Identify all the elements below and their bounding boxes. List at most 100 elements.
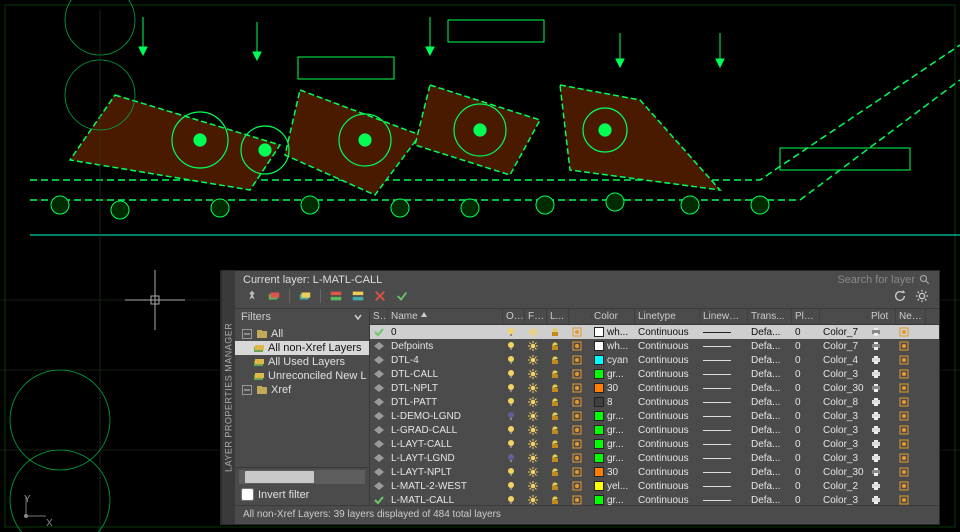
layer-name-cell[interactable]: L-MATL-2-WEST [388, 481, 503, 492]
layer-row[interactable]: L-DEMO-LGNDgr...ContinuousDefa...0Color_… [370, 409, 939, 423]
layer-transparency-cell[interactable]: Defa... [748, 481, 792, 492]
layer-plot-toggle[interactable] [868, 411, 896, 421]
layer-on-toggle[interactable] [503, 397, 525, 407]
layer-freeze-toggle[interactable] [525, 411, 547, 421]
layer-transparency-cell[interactable]: Defa... [748, 439, 792, 450]
new-layer-button[interactable] [265, 288, 283, 304]
layer-vp-icon[interactable] [569, 355, 591, 365]
layer-plotstyle-cell[interactable]: Color_2 [820, 481, 868, 492]
layer-linetype-cell[interactable]: Continuous [635, 467, 700, 478]
layer-plot-toggle[interactable] [868, 369, 896, 379]
layer-plotstyle-num-cell[interactable]: 0 [792, 495, 820, 506]
layer-on-toggle[interactable] [503, 439, 525, 449]
layer-plotstyle-cell[interactable]: Color_30 [820, 383, 868, 394]
layer-linetype-cell[interactable]: Continuous [635, 481, 700, 492]
layer-vp-icon[interactable] [569, 481, 591, 491]
layer-newvp-toggle[interactable] [896, 439, 926, 449]
layer-lock-toggle[interactable] [547, 411, 569, 421]
layer-on-toggle[interactable] [503, 411, 525, 421]
layer-freeze-toggle[interactable] [525, 425, 547, 435]
layer-name-cell[interactable]: DTL-4 [388, 355, 503, 366]
layer-vp-icon[interactable] [569, 383, 591, 393]
layer-color-cell[interactable]: yel... [591, 481, 635, 492]
layer-color-cell[interactable]: 8 [591, 397, 635, 408]
layer-transparency-cell[interactable]: Defa... [748, 453, 792, 464]
filter-tree-item[interactable]: All Used Layers [235, 355, 369, 369]
layer-plotstyle-num-cell[interactable]: 0 [792, 439, 820, 450]
layer-plotstyle-num-cell[interactable]: 0 [792, 383, 820, 394]
column-header[interactable]: S... [370, 309, 388, 324]
tree-expand-icon[interactable] [241, 328, 253, 340]
layer-plotstyle-cell[interactable]: Color_7 [820, 341, 868, 352]
column-header[interactable]: Plot [868, 309, 896, 324]
layer-row[interactable]: DTL-NPLT30ContinuousDefa...0Color_30 [370, 381, 939, 395]
layer-plotstyle-num-cell[interactable]: 0 [792, 355, 820, 366]
layer-transparency-cell[interactable]: Defa... [748, 327, 792, 338]
layer-newvp-toggle[interactable] [896, 355, 926, 365]
layer-transparency-cell[interactable]: Defa... [748, 369, 792, 380]
layer-lineweight-cell[interactable] [700, 346, 748, 347]
layer-lock-toggle[interactable] [547, 369, 569, 379]
layer-row[interactable]: L-GRAD-CALLgr...ContinuousDefa...0Color_… [370, 423, 939, 437]
layer-freeze-toggle[interactable] [525, 439, 547, 449]
layer-vp-icon[interactable] [569, 495, 591, 505]
layer-row[interactable]: 0wh...ContinuousDefa...0Color_7 [370, 325, 939, 339]
layer-transparency-cell[interactable]: Defa... [748, 495, 792, 506]
column-header[interactable]: Fre... [525, 309, 547, 324]
layer-row[interactable]: L-LAYT-CALLgr...ContinuousDefa...0Color_… [370, 437, 939, 451]
layer-plotstyle-num-cell[interactable]: 0 [792, 397, 820, 408]
layer-freeze-toggle[interactable] [525, 327, 547, 337]
layer-color-cell[interactable]: cyan [591, 355, 635, 366]
collapse-filters-icon[interactable] [353, 312, 363, 322]
layer-vp-icon[interactable] [569, 369, 591, 379]
layer-vp-icon[interactable] [569, 411, 591, 421]
layer-lock-toggle[interactable] [547, 439, 569, 449]
layer-linetype-cell[interactable]: Continuous [635, 425, 700, 436]
layer-on-toggle[interactable] [503, 369, 525, 379]
layer-lineweight-cell[interactable] [700, 388, 748, 389]
layer-plot-toggle[interactable] [868, 467, 896, 477]
layer-name-cell[interactable]: DTL-NPLT [388, 383, 503, 394]
layer-lock-toggle[interactable] [547, 467, 569, 477]
set-current-button[interactable] [393, 288, 411, 304]
column-header[interactable]: Color [591, 309, 635, 324]
layer-freeze-toggle[interactable] [525, 453, 547, 463]
layer-freeze-toggle[interactable] [525, 481, 547, 491]
column-header[interactable]: New ... [896, 309, 926, 324]
layer-transparency-cell[interactable]: Defa... [748, 341, 792, 352]
layer-transparency-cell[interactable]: Defa... [748, 411, 792, 422]
layer-plot-toggle[interactable] [868, 481, 896, 491]
layer-lock-toggle[interactable] [547, 481, 569, 491]
layer-plotstyle-num-cell[interactable]: 0 [792, 369, 820, 380]
layer-plotstyle-cell[interactable]: Color_7 [820, 327, 868, 338]
layer-transparency-cell[interactable]: Defa... [748, 425, 792, 436]
layer-lineweight-cell[interactable] [700, 458, 748, 459]
layer-transparency-cell[interactable]: Defa... [748, 397, 792, 408]
layer-freeze-toggle[interactable] [525, 355, 547, 365]
layer-plotstyle-cell[interactable]: Color_30 [820, 467, 868, 478]
layer-lineweight-cell[interactable] [700, 332, 748, 333]
layer-on-toggle[interactable] [503, 355, 525, 365]
layer-name-cell[interactable]: L-LAYT-LGND [388, 453, 503, 464]
invert-filter-checkbox[interactable]: Invert filter [235, 486, 369, 505]
layer-plotstyle-cell[interactable]: Color_3 [820, 425, 868, 436]
filters-horizontal-scrollbar[interactable] [239, 470, 365, 484]
layer-row[interactable]: Defpointswh...ContinuousDefa...0Color_7 [370, 339, 939, 353]
layer-newvp-toggle[interactable] [896, 453, 926, 463]
layer-vp-icon[interactable] [569, 425, 591, 435]
layer-lock-toggle[interactable] [547, 341, 569, 351]
layer-freeze-toggle[interactable] [525, 383, 547, 393]
layer-on-toggle[interactable] [503, 481, 525, 491]
layer-linetype-cell[interactable]: Continuous [635, 453, 700, 464]
layer-newvp-toggle[interactable] [896, 467, 926, 477]
layer-lineweight-cell[interactable] [700, 374, 748, 375]
layer-transparency-cell[interactable]: Defa... [748, 467, 792, 478]
filter-tree-item[interactable]: All [235, 327, 369, 341]
layer-plotstyle-num-cell[interactable]: 0 [792, 411, 820, 422]
layer-color-cell[interactable]: gr... [591, 411, 635, 422]
layer-lock-toggle[interactable] [547, 425, 569, 435]
layer-newvp-toggle[interactable] [896, 481, 926, 491]
layer-newvp-toggle[interactable] [896, 327, 926, 337]
layer-plotstyle-num-cell[interactable]: 0 [792, 341, 820, 352]
layer-plotstyle-num-cell[interactable]: 0 [792, 467, 820, 478]
